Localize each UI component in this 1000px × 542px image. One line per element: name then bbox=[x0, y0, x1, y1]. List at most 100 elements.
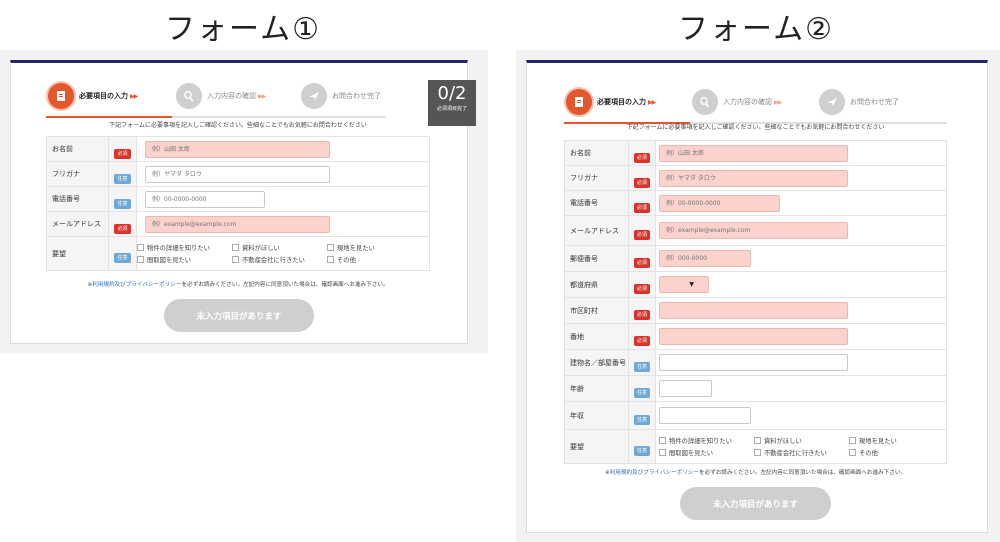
email-input[interactable] bbox=[145, 215, 330, 233]
form1-table: お名前 必須 フリガナ 任意 電話番号 任意 メールアドレス 必須 要望 任意 … bbox=[46, 136, 430, 271]
step-arrow: ▶▶ bbox=[648, 98, 656, 106]
checkbox[interactable] bbox=[137, 256, 144, 263]
checkbox[interactable] bbox=[849, 437, 856, 444]
form2-row-email: メールアドレス 必須 bbox=[564, 215, 947, 246]
terms-link[interactable]: 利用規約及びプライバシーポリシー bbox=[610, 470, 699, 476]
document-icon bbox=[48, 83, 74, 109]
age-input[interactable] bbox=[659, 380, 712, 397]
chevron-down-icon: ▼ bbox=[689, 281, 694, 288]
request-option[interactable]: 物件の詳細を知りたい bbox=[137, 243, 232, 252]
request-option[interactable]: 不動産会社に行きたい bbox=[754, 448, 849, 457]
request-option[interactable]: 現地を見たい bbox=[849, 436, 929, 445]
request-option[interactable]: その他 bbox=[327, 255, 407, 264]
form2-row-zip: 郵便番号 必須 bbox=[564, 245, 947, 272]
checkbox[interactable] bbox=[232, 256, 239, 263]
step-confirm-label: 入力内容の確認 bbox=[723, 98, 772, 106]
form1-heading: フォーム① bbox=[165, 12, 321, 47]
request-option[interactable]: 不動産会社に行きたい bbox=[232, 255, 327, 264]
request-options: 物件の詳細を知りたい 資料がほしい 現地を見たい 間取図を見たい 不動産会社に行… bbox=[659, 433, 946, 460]
required-badge: 必須 bbox=[633, 177, 650, 188]
form1-row-kana: フリガナ 任意 bbox=[46, 161, 430, 187]
request-option[interactable]: 現地を見たい bbox=[327, 243, 407, 252]
required-badge: 必須 bbox=[633, 230, 650, 240]
field-label: 年齢 bbox=[564, 375, 629, 402]
optional-badge: 任意 bbox=[114, 173, 131, 184]
kana-input[interactable] bbox=[145, 165, 330, 183]
form2-row-address: 番地 必須 bbox=[564, 323, 947, 350]
optional-badge: 任意 bbox=[114, 253, 131, 263]
city-input[interactable] bbox=[659, 302, 848, 319]
prefecture-select[interactable]: ▼ bbox=[659, 276, 709, 293]
form2-row-prefecture: 都道府県 必須 ▼ bbox=[564, 271, 947, 298]
field-label: フリガナ bbox=[46, 161, 109, 187]
checkbox[interactable] bbox=[659, 449, 666, 456]
field-label: メールアドレス bbox=[46, 211, 109, 237]
checkbox[interactable] bbox=[659, 437, 666, 444]
field-label: 郵便番号 bbox=[564, 245, 629, 272]
optional-badge: 任意 bbox=[114, 198, 131, 209]
request-option[interactable]: 資料がほしい bbox=[754, 436, 849, 445]
required-badge: 必須 bbox=[633, 202, 650, 213]
step-complete-label: お問合わせ完了 bbox=[850, 98, 899, 106]
request-option[interactable]: 資料がほしい bbox=[232, 243, 327, 252]
checkbox[interactable] bbox=[137, 244, 144, 251]
terms-link[interactable]: 利用規約及びプライバシーポリシー bbox=[92, 282, 181, 288]
form2-row-phone: 電話番号 必須 bbox=[564, 190, 947, 216]
required-badge: 必須 bbox=[114, 223, 131, 234]
request-option[interactable]: 間取図を見たい bbox=[659, 448, 754, 457]
required-badge: 必須 bbox=[633, 152, 650, 163]
field-label: 年収 bbox=[564, 401, 629, 430]
form1-row-phone: 電話番号 任意 bbox=[46, 186, 430, 212]
checkbox[interactable] bbox=[754, 449, 761, 456]
checkbox[interactable] bbox=[754, 437, 761, 444]
checkbox[interactable] bbox=[232, 244, 239, 251]
step-input: 必要項目の入力 ▶▶ bbox=[566, 84, 656, 120]
step-input-label: 必要項目の入力 bbox=[597, 98, 646, 106]
phone-input[interactable] bbox=[659, 194, 780, 212]
request-option[interactable]: 物件の詳細を知りたい bbox=[659, 436, 754, 445]
field-label: お名前 bbox=[46, 136, 109, 162]
address-input[interactable] bbox=[659, 328, 848, 345]
step-track-active bbox=[46, 116, 172, 118]
optional-badge: 任意 bbox=[633, 362, 650, 372]
required-badge: 必須 bbox=[114, 148, 131, 159]
field-label: 都道府県 bbox=[564, 271, 629, 298]
step-complete: お問合わせ完了 bbox=[819, 84, 899, 120]
checkbox[interactable] bbox=[327, 256, 334, 263]
field-label: 電話番号 bbox=[564, 190, 629, 216]
field-label: 建物名／部屋番号 bbox=[564, 349, 629, 376]
optional-badge: 任意 bbox=[633, 388, 650, 398]
form2-submit-button[interactable]: 未入力項目があります bbox=[680, 487, 831, 520]
building-input[interactable] bbox=[659, 354, 848, 371]
magnifier-icon bbox=[692, 89, 718, 115]
step-confirm: 入力内容の確認 ▶▶ bbox=[176, 78, 266, 114]
progress-counter-caption: 必須項目完了 bbox=[436, 106, 467, 112]
form1-row-name: お名前 必須 bbox=[46, 136, 430, 162]
form2-row-building: 建物名／部屋番号 任意 bbox=[564, 349, 947, 376]
zip-input[interactable] bbox=[659, 250, 751, 267]
income-input[interactable] bbox=[659, 407, 751, 424]
step-input: 必要項目の入力 ▶▶ bbox=[48, 78, 138, 114]
optional-badge: 任意 bbox=[633, 446, 650, 456]
form2-row-income: 年収 任意 bbox=[564, 401, 947, 430]
form1-submit-button[interactable]: 未入力項目があります bbox=[164, 299, 314, 332]
request-option[interactable]: 間取図を見たい bbox=[137, 255, 232, 264]
magnifier-icon bbox=[176, 83, 202, 109]
email-input[interactable] bbox=[659, 222, 848, 239]
optional-badge: 任意 bbox=[633, 415, 650, 425]
request-options: 物件の詳細を知りたい 資料がほしい 現地を見たい 間取図を見たい 不動産会社に行… bbox=[137, 240, 429, 267]
request-option[interactable]: その他 bbox=[849, 448, 929, 457]
phone-input[interactable] bbox=[145, 190, 265, 208]
form2-row-city: 市区町村 必須 bbox=[564, 297, 947, 324]
name-input[interactable] bbox=[659, 144, 848, 162]
checkbox[interactable] bbox=[327, 244, 334, 251]
field-label: 市区町村 bbox=[564, 297, 629, 324]
form1-row-request: 要望 任意 物件の詳細を知りたい 資料がほしい 現地を見たい 間取図を見たい 不… bbox=[46, 236, 430, 271]
field-label: 要望 bbox=[564, 429, 629, 464]
step-confirm: 入力内容の確認 ▶▶ bbox=[692, 84, 782, 120]
kana-input[interactable] bbox=[659, 169, 848, 187]
form2-row-kana: フリガナ 必須 bbox=[564, 165, 947, 191]
checkbox[interactable] bbox=[849, 449, 856, 456]
name-input[interactable] bbox=[145, 140, 330, 158]
form1-row-email: メールアドレス 必須 bbox=[46, 211, 430, 237]
